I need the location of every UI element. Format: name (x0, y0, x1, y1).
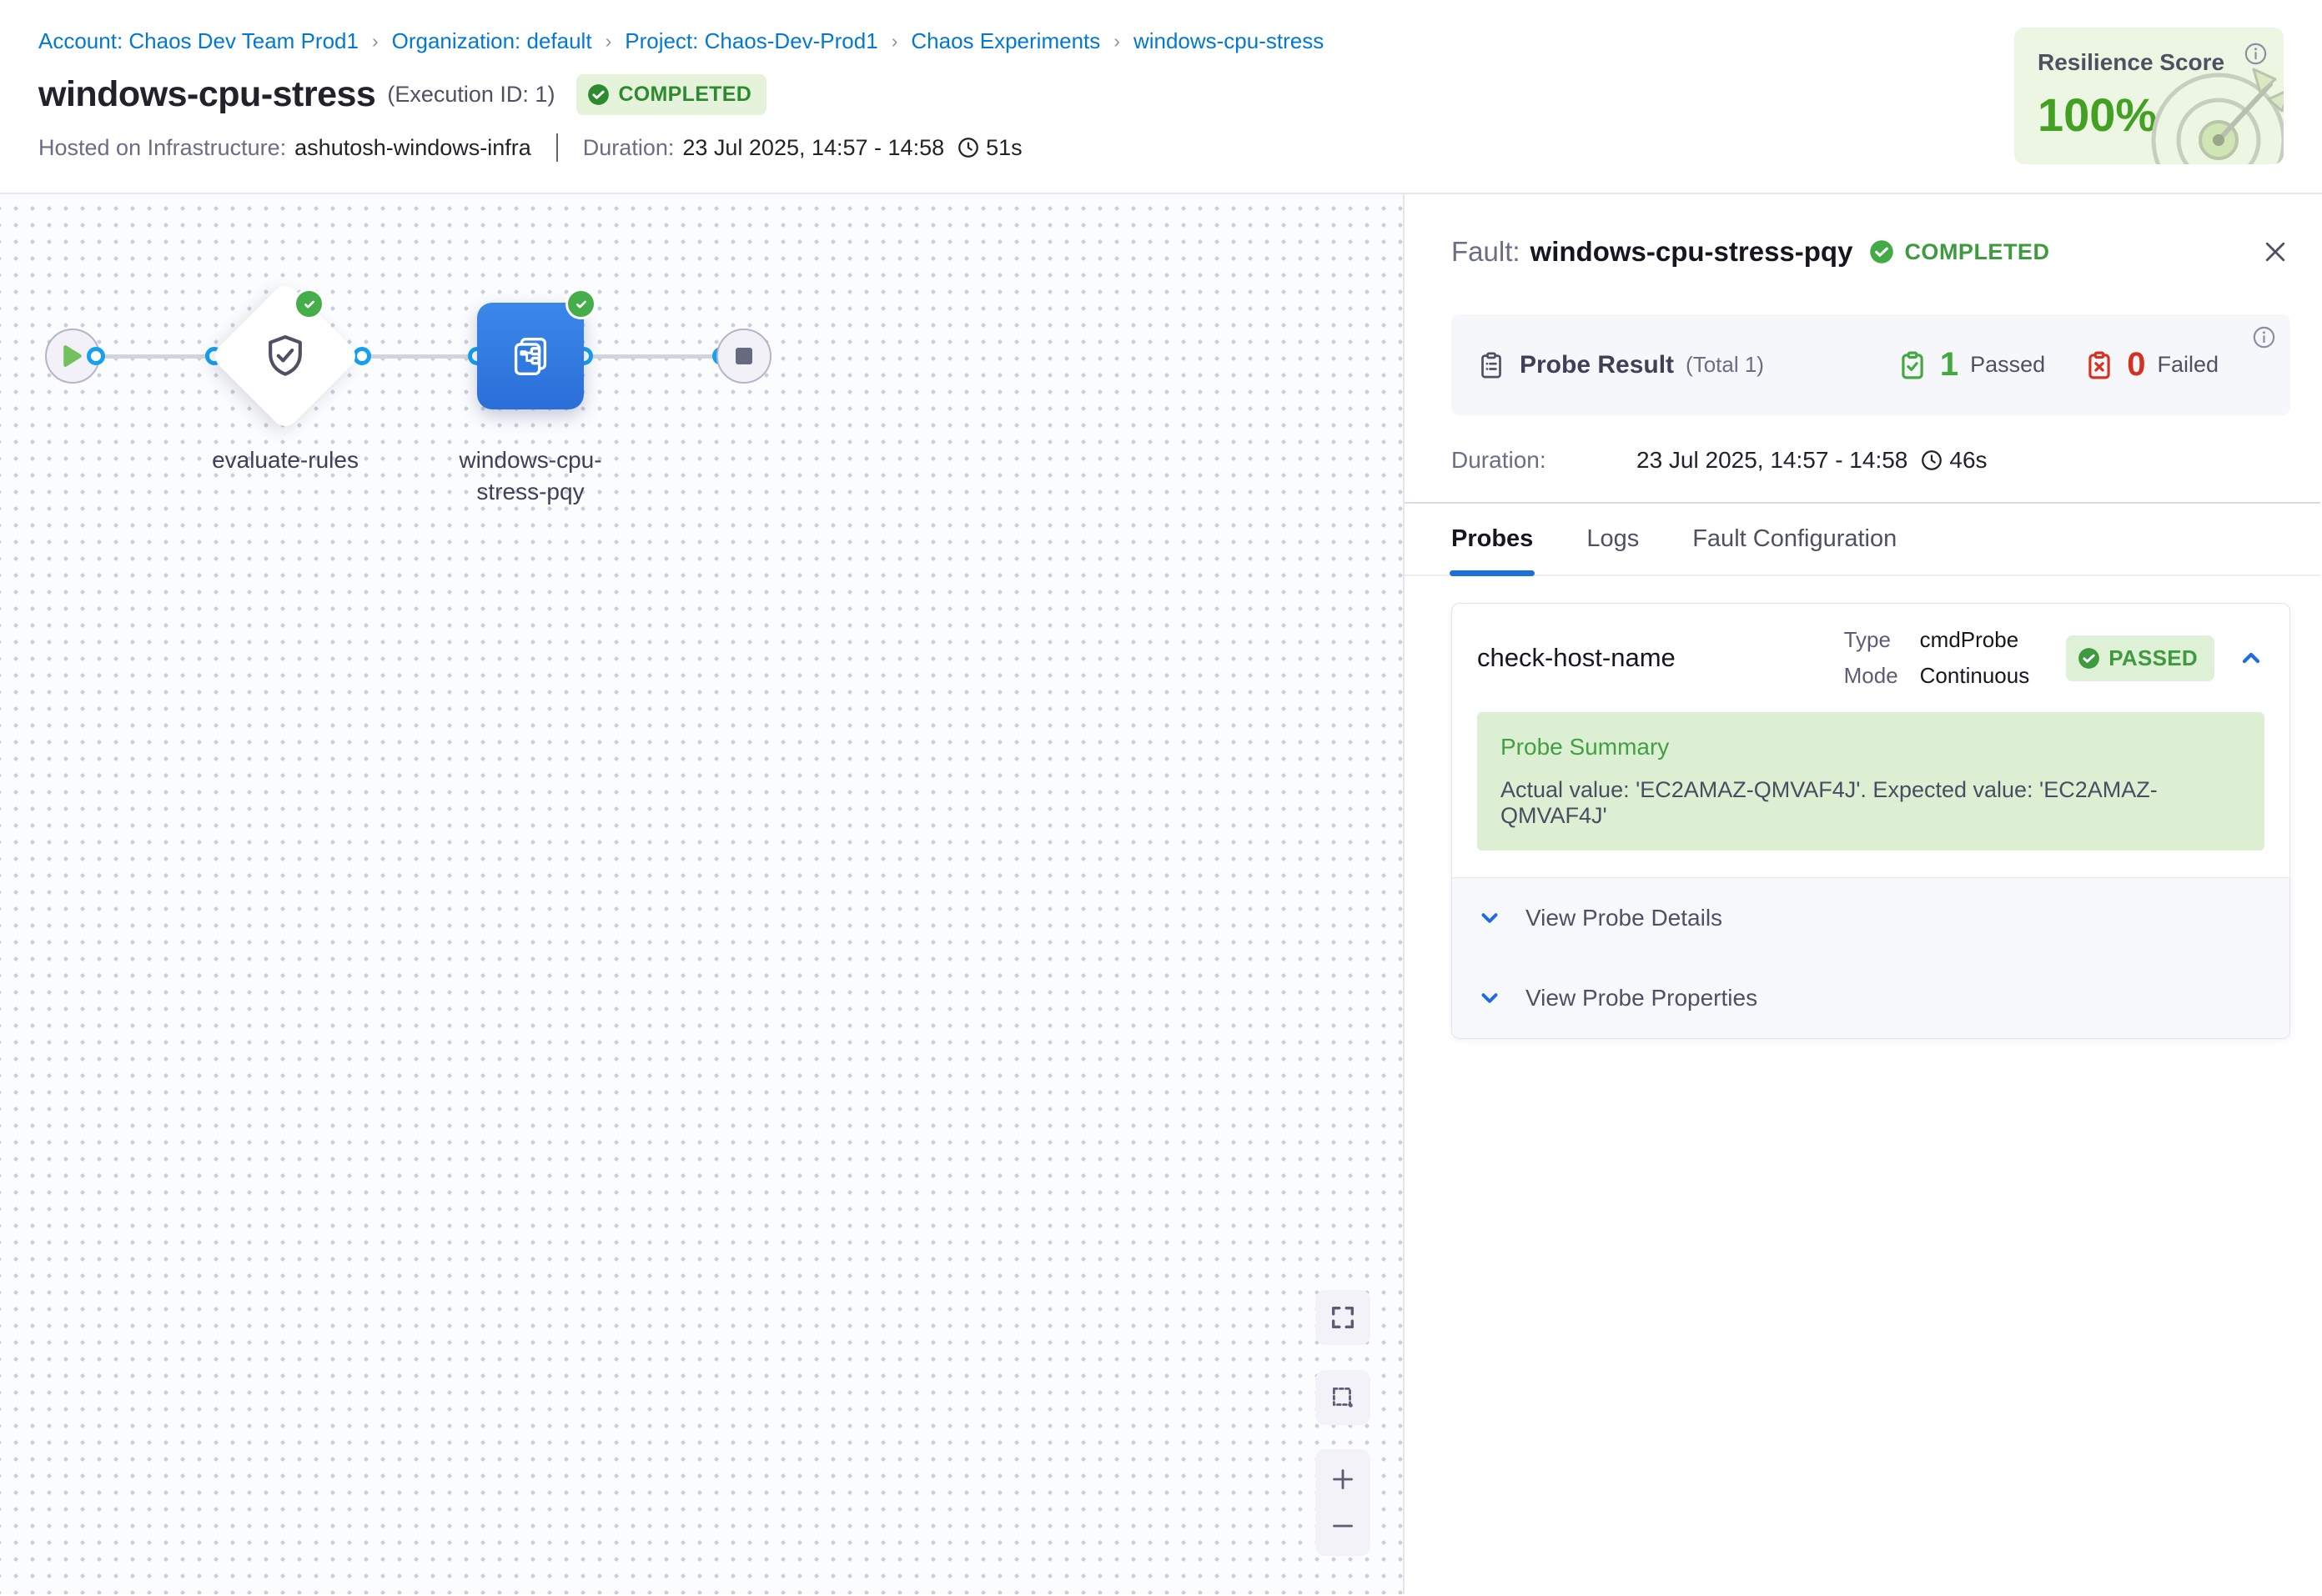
duration-seconds: 51s (986, 135, 1023, 161)
check-circle-icon (587, 83, 610, 106)
node-label-fault: windows-cpu- stress-pqy (397, 444, 664, 508)
tab-logs[interactable]: Logs (1586, 525, 1639, 575)
breadcrumb-separator: › (1113, 30, 1120, 53)
fault-duration-label: Duration: (1451, 447, 1636, 474)
passed-count: 1 (1940, 346, 1958, 384)
experiment-status-badge: COMPLETED (576, 74, 766, 115)
breadcrumb-organization[interactable]: Organization: default (392, 28, 592, 54)
duration-label: Duration: (583, 135, 675, 161)
fit-to-screen-button[interactable] (1315, 1290, 1370, 1345)
fault-status-badge: COMPLETED (1869, 239, 2049, 265)
chevron-down-icon (1477, 906, 1502, 931)
fault-status-text: COMPLETED (1904, 239, 2049, 265)
chevron-down-icon (1477, 986, 1502, 1011)
probe-type-label: Type (1844, 627, 1898, 653)
hosted-on-label: Hosted on Infrastructure: (38, 135, 286, 161)
view-probe-details-label: View Probe Details (1525, 905, 1722, 931)
failed-count: 0 (2127, 346, 2145, 384)
probe-summary: Probe Summary Actual value: 'EC2AMAZ-QMV… (1477, 712, 2264, 851)
check-circle-icon (2078, 647, 2100, 670)
fault-detail-panel: Fault: windows-cpu-stress-pqy COMPLETED (1405, 194, 2320, 1594)
experiment-status-text: COMPLETED (618, 83, 751, 107)
probe-card-footer: View Probe Details View Probe Properties (1452, 877, 2289, 1038)
breadcrumb-separator: › (892, 30, 898, 53)
duration-value: 23 Jul 2025, 14:57 - 14:58 (682, 135, 944, 161)
probe-result-title: Probe Result (1520, 351, 1674, 379)
clipboard-icon (1476, 350, 1506, 380)
infrastructure-name: ashutosh-windows-infra (294, 135, 531, 161)
probe-name: check-host-name (1477, 643, 1676, 673)
zoom-controls (1315, 1449, 1370, 1556)
node-success-badge (294, 289, 324, 319)
zoom-out-button[interactable] (1315, 1511, 1370, 1541)
pipeline-connector (73, 354, 744, 359)
probe-type-mode: Type cmdProbe Mode Continuous (1844, 627, 2030, 689)
fault-duration-seconds: 46s (1949, 447, 1987, 474)
zoom-in-button[interactable] (1315, 1464, 1370, 1494)
probe-result-total: (Total 1) (1686, 352, 1764, 378)
check-circle-icon (1869, 239, 1894, 264)
clipboard-check-icon (1897, 349, 1928, 381)
failed-label: Failed (2157, 352, 2219, 378)
fault-duration-value: 23 Jul 2025, 14:57 - 14:58 (1636, 447, 1907, 474)
passed-stat: 1 Passed (1897, 346, 2045, 384)
probe-type-value: cmdProbe (1920, 627, 2030, 653)
breadcrumb-project[interactable]: Project: Chaos-Dev-Prod1 (625, 28, 877, 54)
breadcrumb-account[interactable]: Account: Chaos Dev Team Prod1 (38, 28, 359, 54)
probe-summary-title: Probe Summary (1500, 734, 2241, 760)
node-label-line2: stress-pqy (397, 476, 664, 508)
fault-label: Fault: (1451, 236, 1520, 268)
view-probe-properties-row[interactable]: View Probe Properties (1452, 958, 2289, 1038)
clock-icon (956, 135, 981, 160)
marquee-select-button[interactable] (1315, 1370, 1370, 1425)
info-icon[interactable] (2251, 324, 2277, 350)
tab-probes[interactable]: Probes (1451, 525, 1533, 575)
failed-stat: 0 Failed (2083, 346, 2219, 384)
node-label-evaluate-rules: evaluate-rules (152, 444, 419, 476)
view-probe-properties-label: View Probe Properties (1525, 985, 1757, 1011)
meta-divider (556, 133, 558, 162)
fault-name: windows-cpu-stress-pqy (1530, 236, 1853, 268)
chevron-up-icon[interactable] (2238, 645, 2264, 671)
node-windows-cpu-stress-pqy[interactable] (477, 303, 584, 409)
pipeline-canvas[interactable]: evaluate-rules windows-cpu- stress-pqy (0, 194, 1405, 1594)
probe-status-badge: PASSED (2066, 635, 2214, 681)
clipboard-x-icon (2083, 349, 2115, 381)
node-label-line1: windows-cpu- (397, 444, 664, 476)
page-header: Account: Chaos Dev Team Prod1 › Organiza… (0, 0, 2322, 194)
breadcrumb-current[interactable]: windows-cpu-stress (1133, 28, 1324, 54)
probe-status-text: PASSED (2108, 645, 2198, 671)
page-title: windows-cpu-stress (38, 74, 375, 115)
fault-experiment-icon (506, 332, 555, 380)
passed-label: Passed (1970, 352, 2045, 378)
view-probe-details-row[interactable]: View Probe Details (1452, 878, 2289, 958)
tab-fault-configuration[interactable]: Fault Configuration (1692, 525, 1897, 575)
shield-check-icon (259, 330, 311, 382)
execution-id: (Execution ID: 1) (387, 82, 555, 108)
node-success-badge (565, 289, 596, 319)
breadcrumb: Account: Chaos Dev Team Prod1 › Organiza… (38, 0, 2284, 54)
probe-card: check-host-name Type cmdProbe Mode Conti… (1451, 603, 2290, 1039)
probe-result-summary: Probe Result (Total 1) 1 Passed (1451, 314, 2290, 415)
clock-icon (1919, 448, 1944, 473)
breadcrumb-separator: › (606, 30, 612, 53)
breadcrumb-chaos-experiments[interactable]: Chaos Experiments (911, 28, 1100, 54)
panel-tabs: Probes Logs Fault Configuration (1405, 504, 2320, 576)
probe-summary-text: Actual value: 'EC2AMAZ-QMVAF4J'. Expecte… (1500, 777, 2241, 829)
close-icon[interactable] (2260, 237, 2290, 267)
breadcrumb-separator: › (372, 30, 379, 53)
probe-mode-value: Continuous (1920, 663, 2030, 689)
stop-icon (735, 347, 753, 365)
pipeline-end-node[interactable] (716, 329, 771, 384)
play-icon (62, 344, 83, 368)
node-port (87, 347, 105, 365)
target-illustration (2135, 44, 2284, 164)
resilience-score-card: Resilience Score 100% (2014, 28, 2284, 164)
probe-mode-label: Mode (1844, 663, 1898, 689)
